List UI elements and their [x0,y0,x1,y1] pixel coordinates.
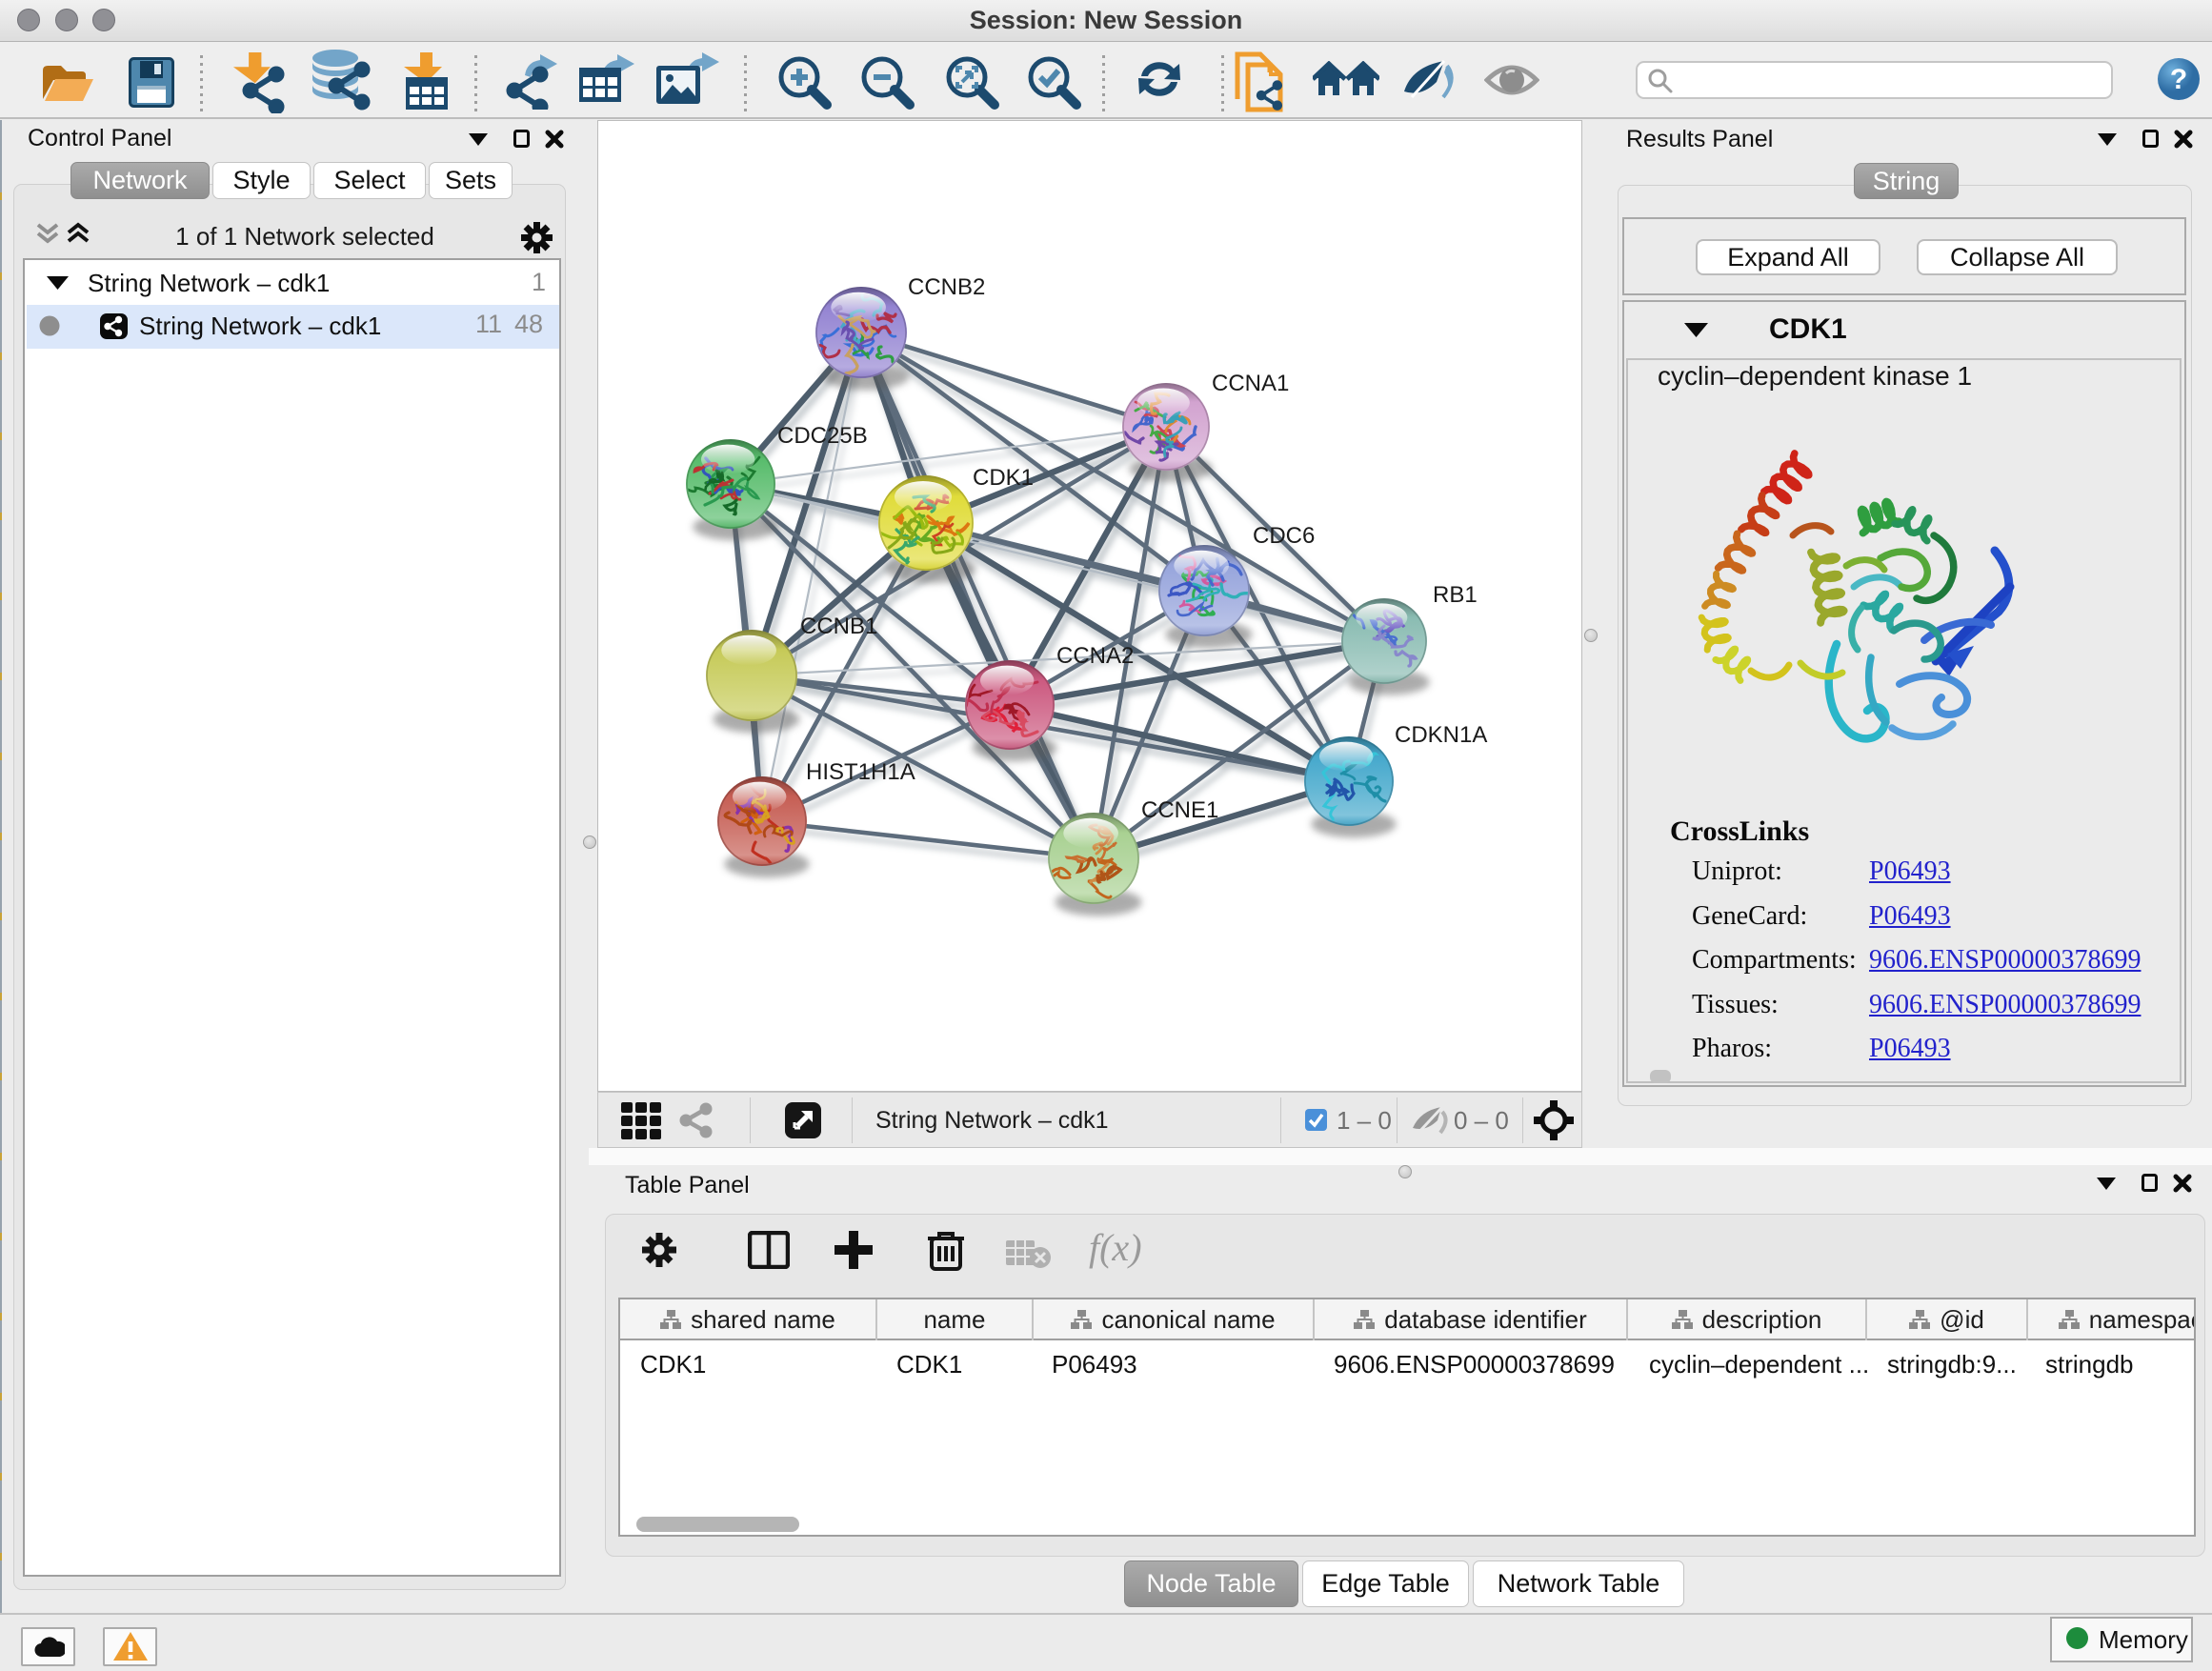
svg-text:RB1: RB1 [1433,582,1478,608]
svg-text:CCNA2: CCNA2 [1056,643,1134,669]
svg-text:CDC25B: CDC25B [777,423,868,449]
svg-text:CCNA1: CCNA1 [1212,371,1289,396]
svg-text:CCNE1: CCNE1 [1141,797,1218,823]
svg-text:CDK1: CDK1 [973,465,1034,491]
svg-text:CCNB2: CCNB2 [908,274,985,300]
svg-text:CDC6: CDC6 [1253,523,1315,549]
svg-text:CCNB1: CCNB1 [800,614,877,639]
svg-text:?: ? [2170,64,2187,95]
svg-text:HIST1H1A: HIST1H1A [806,759,915,785]
svg-text:CDKN1A: CDKN1A [1395,722,1487,748]
